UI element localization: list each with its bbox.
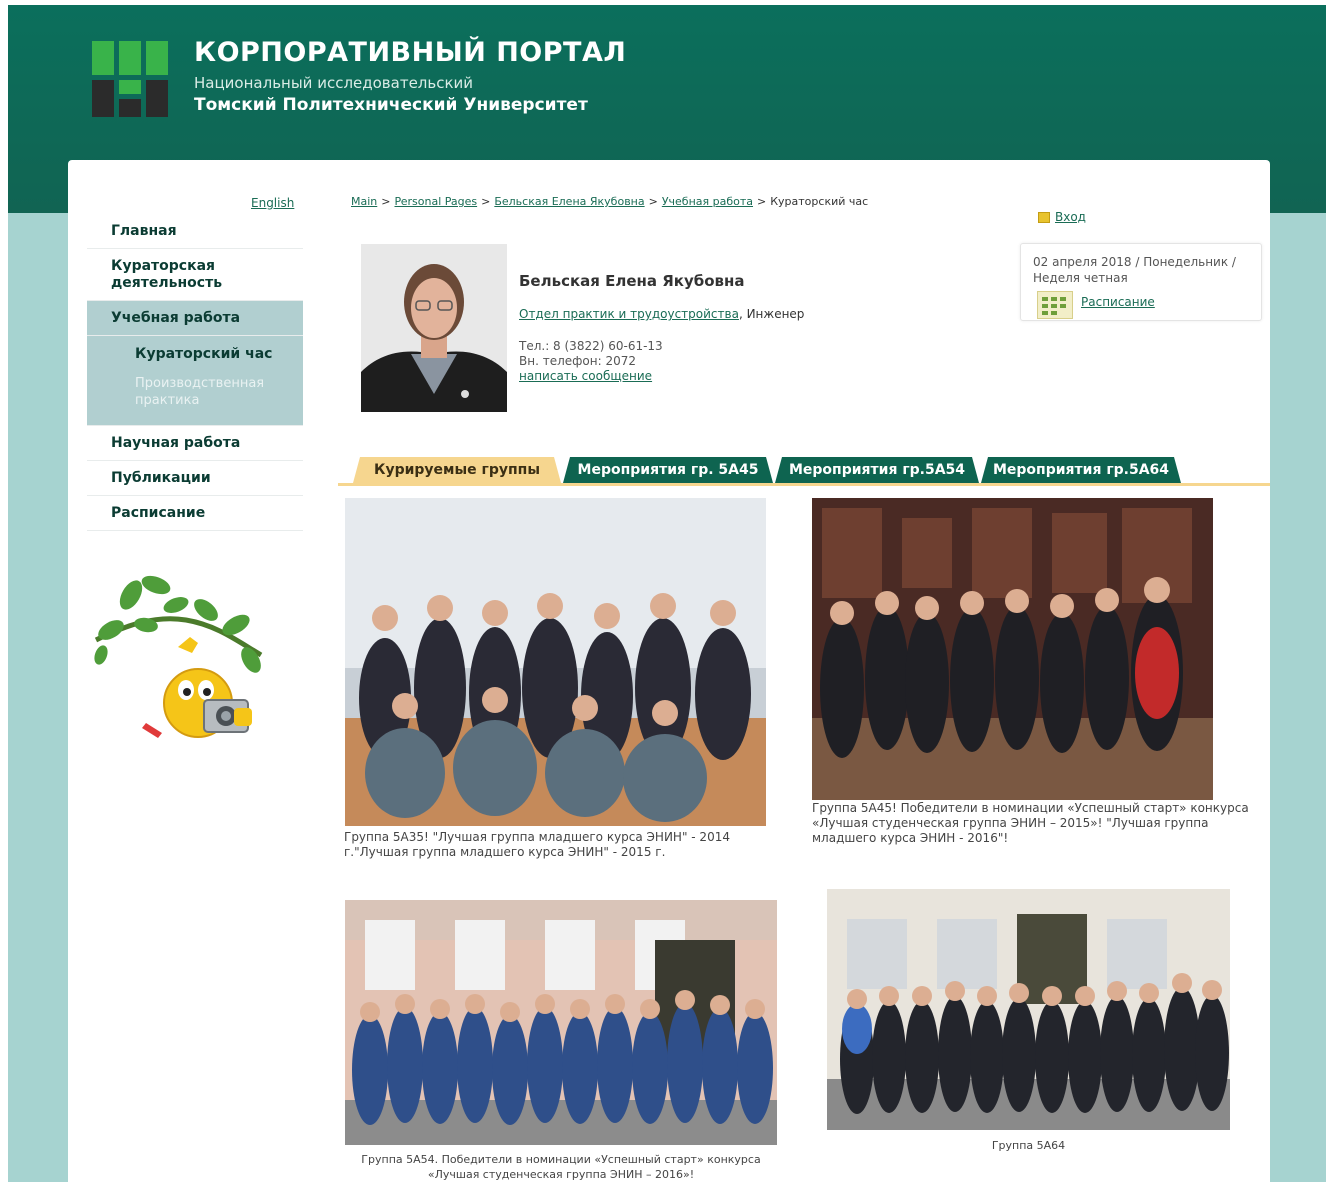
profile-photo xyxy=(361,244,507,412)
nav-item-science[interactable]: Научная работа xyxy=(87,426,303,461)
english-link[interactable]: English xyxy=(251,196,294,210)
portal-title: КОРПОРАТИВНЫЙ ПОРТАЛ xyxy=(194,37,627,68)
nav-item-schedule[interactable]: Расписание xyxy=(87,496,303,531)
group-photo-5a54[interactable] xyxy=(345,900,777,1145)
internal-phone: Вн. телефон: 2072 xyxy=(519,354,636,368)
nav-item-curator[interactable]: Кураторская деятельность xyxy=(87,249,303,301)
login-icon xyxy=(1038,212,1050,223)
breadcrumb-link[interactable]: Main xyxy=(351,195,377,208)
phone-number: Тел.: 8 (3822) 60-61-13 xyxy=(519,339,663,353)
photo-caption: Группа 5А35! "Лучшая группа младшего кур… xyxy=(344,830,730,859)
profile-name: Бельская Елена Якубовна xyxy=(519,272,745,290)
group-photo-5a64[interactable] xyxy=(827,889,1230,1130)
photo-caption: Группа 5А45! Победители в номинации «Усп… xyxy=(812,801,1249,845)
nav-sub-practice[interactable]: Производственная практика xyxy=(87,369,303,415)
schedule-link[interactable]: Расписание xyxy=(1081,295,1155,309)
tab-events-5a45[interactable]: Мероприятия гр. 5А45 xyxy=(563,457,773,483)
group-photo-5a45[interactable] xyxy=(812,498,1213,800)
breadcrumb: Main > Personal Pages > Бельская Елена Якубо… xyxy=(351,195,869,208)
page-frame: КОРПОРАТИВНЫЙ ПОРТАЛ Национальный исслед… xyxy=(8,5,1326,1182)
nav-sub-curator-hour[interactable]: Кураторский час xyxy=(87,340,303,369)
tab-events-5a64[interactable]: Мероприятия гр.5А64 xyxy=(981,457,1181,483)
current-date: 02 апреля 2018 / Понедельник / Неделя че… xyxy=(1033,255,1236,285)
profile-department: Отдел практик и трудоустройства, Инженер xyxy=(519,307,805,321)
nav-item-teaching[interactable]: Учебная работа xyxy=(87,301,303,336)
smiley-camera-mascot xyxy=(94,575,263,738)
portal-subtitle: Национальный исследовательский xyxy=(194,74,474,92)
university-name: Томский Политехнический Университет xyxy=(194,95,588,115)
breadcrumb-current: Кураторский час xyxy=(770,195,869,208)
profile-contacts: Тел.: 8 (3822) 60-61-13 Вн. телефон: 207… xyxy=(519,339,663,384)
calendar-icon xyxy=(1037,291,1073,319)
photo-caption: Группа 5А64 xyxy=(991,1139,1066,1152)
send-message-link[interactable]: написать сообщение xyxy=(519,369,652,383)
sidebar-nav: Главная Кураторская деятельность Учебная… xyxy=(87,214,303,531)
nav-item-home[interactable]: Главная xyxy=(87,214,303,249)
department-link[interactable]: Отдел практик и трудоустройства xyxy=(519,307,739,321)
group-photo-5a35[interactable] xyxy=(345,498,766,826)
tab-bar: Курируемые группы Мероприятия гр. 5А45 М… xyxy=(338,457,1270,486)
nav-item-publications[interactable]: Публикации xyxy=(87,461,303,496)
tab-groups[interactable]: Курируемые группы xyxy=(353,457,561,483)
main-content: English Главная Кураторская деятельность… xyxy=(68,160,1270,1182)
breadcrumb-link[interactable]: Бельская Елена Якубовна xyxy=(494,195,644,208)
nav-subgroup: Кураторский час Производственная практик… xyxy=(87,336,303,426)
breadcrumb-link[interactable]: Personal Pages xyxy=(394,195,477,208)
date-box: 02 апреля 2018 / Понедельник / Неделя че… xyxy=(1020,243,1262,321)
breadcrumb-link[interactable]: Учебная работа xyxy=(662,195,753,208)
login-link[interactable]: Вход xyxy=(1038,210,1086,224)
tpu-logo[interactable] xyxy=(92,41,168,117)
tab-events-5a54[interactable]: Мероприятия гр.5А54 xyxy=(775,457,979,483)
photo-caption: Группа 5А54. Победители в номинации «Усп… xyxy=(361,1153,761,1181)
